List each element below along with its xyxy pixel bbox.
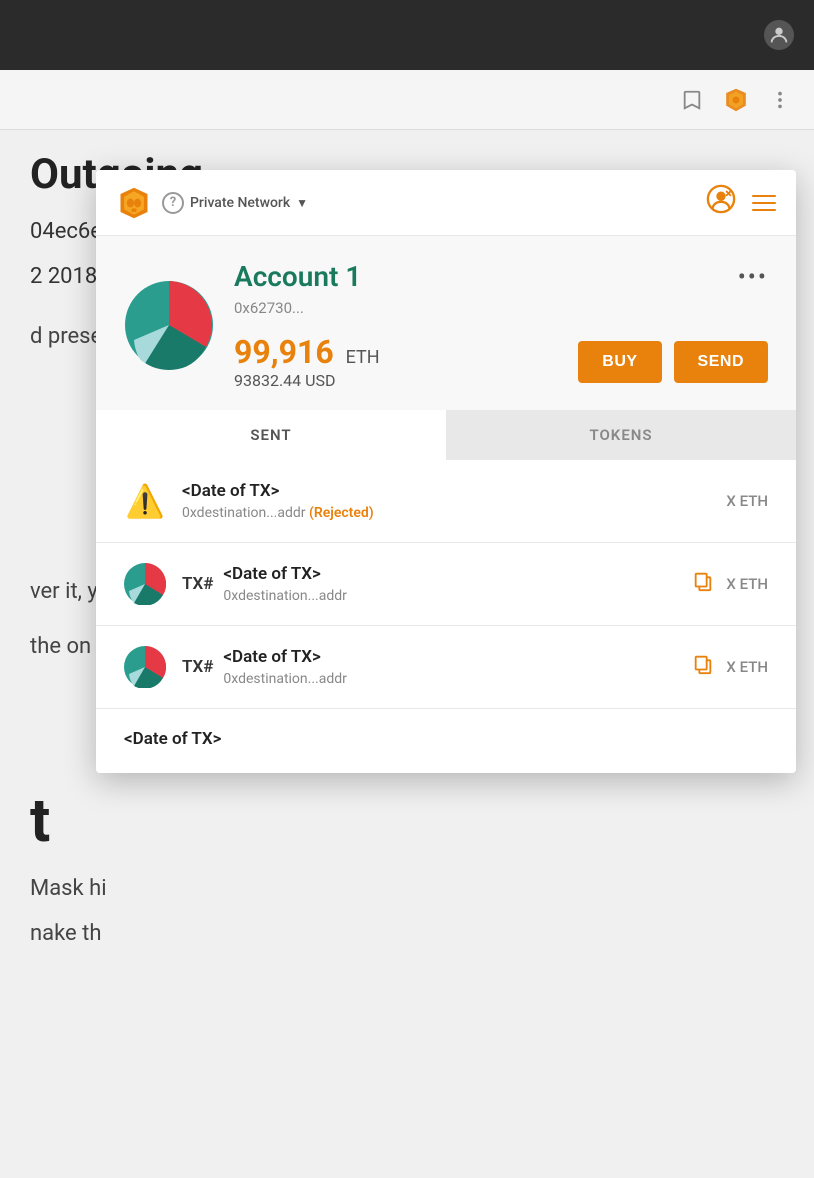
copy-icon-1[interactable] [692, 570, 714, 598]
tx-info-2: <Date of TX> 0xdestination...addr [223, 647, 676, 687]
account-avatar [124, 280, 214, 370]
action-buttons: BUY SEND [578, 341, 768, 383]
tx-item-rejected[interactable]: ⚠️ <Date of TX> 0xdestination...addr (Re… [96, 460, 796, 543]
user-profile-icon[interactable] [764, 20, 794, 50]
bg-para1: Mask hi [30, 876, 784, 901]
network-name: Private Network [190, 195, 290, 211]
tx-number-row-2: TX# <Date of TX> 0xdestination...addr [182, 647, 676, 687]
account-section: Account 1 ••• 0x62730... 99,916 ETH 9383… [96, 236, 796, 410]
account-options-icon[interactable]: ••• [738, 263, 768, 291]
tx-info-rejected: <Date of TX> 0xdestination...addr (Rejec… [182, 481, 710, 521]
balance-info: 99,916 ETH 93832.44 USD [234, 333, 380, 390]
balance-row: 99,916 ETH 93832.44 USD BUY SEND [234, 333, 768, 390]
tx-info-partial: <Date of TX> [124, 729, 768, 753]
browser-toolbar [0, 70, 814, 130]
header-left: ? Private Network ▼ [116, 185, 308, 221]
tx-date-2: <Date of TX> [223, 647, 676, 667]
eth-amount: 99,916 [234, 333, 334, 371]
tx-number-1: TX# [182, 574, 213, 594]
transaction-list: ⚠️ <Date of TX> 0xdestination...addr (Re… [96, 460, 796, 773]
browser-chrome [0, 0, 814, 70]
account-name-row: Account 1 ••• [234, 260, 768, 293]
tx-address-2: 0xdestination...addr [223, 671, 676, 687]
account-switch-icon[interactable] [706, 184, 736, 221]
bookmark-icon[interactable] [678, 86, 706, 114]
account-address[interactable]: 0x62730... [234, 299, 768, 317]
send-button[interactable]: SEND [674, 341, 768, 383]
account-details: Account 1 ••• 0x62730... 99,916 ETH 9383… [234, 260, 768, 390]
tx-avatar-icon-1 [124, 563, 166, 605]
tx-amount-1: X ETH [726, 575, 768, 593]
tx-avatar-icon-2 [124, 646, 166, 688]
tx-status-rejected: (Rejected) [309, 505, 374, 521]
tx-item-partial[interactable]: <Date of TX> [96, 709, 796, 773]
tx-number-2: TX# [182, 657, 213, 677]
tx-number-row: TX# <Date of TX> 0xdestination...addr [182, 564, 676, 604]
tx-info-1: <Date of TX> 0xdestination...addr [223, 564, 676, 604]
tx-amount-2: X ETH [726, 658, 768, 676]
popup-header: ? Private Network ▼ [96, 170, 796, 236]
tx-right-1: X ETH [692, 570, 768, 598]
tx-item-2[interactable]: TX# <Date of TX> 0xdestination...addr X … [96, 626, 796, 709]
copy-icon-2[interactable] [692, 653, 714, 681]
tx-item-1[interactable]: TX# <Date of TX> 0xdestination...addr X … [96, 543, 796, 626]
tab-sent[interactable]: SENT [96, 410, 446, 460]
hamburger-menu-icon[interactable] [752, 195, 776, 211]
tx-date: <Date of TX> [182, 481, 710, 501]
header-right [706, 184, 776, 221]
metamask-popup: ? Private Network ▼ [96, 170, 796, 773]
buy-button[interactable]: BUY [578, 341, 661, 383]
tab-tokens[interactable]: TOKENS [446, 410, 796, 460]
metamask-extension-icon[interactable] [722, 86, 750, 114]
bg-para2: nake th [30, 921, 784, 946]
account-name: Account 1 [234, 260, 361, 293]
more-menu-icon[interactable] [766, 86, 794, 114]
eth-unit: ETH [346, 347, 380, 368]
tabs-row: SENT TOKENS [96, 410, 796, 460]
network-selector[interactable]: ? Private Network ▼ [162, 192, 308, 214]
tx-warning-icon: ⚠️ [124, 480, 166, 522]
tx-date-1: <Date of TX> [223, 564, 676, 584]
tx-date-partial: <Date of TX> [124, 729, 768, 749]
tx-right-2: X ETH [692, 653, 768, 681]
network-chevron-icon: ▼ [296, 196, 308, 210]
tx-address-1: 0xdestination...addr [223, 588, 676, 604]
help-icon[interactable]: ? [162, 192, 184, 214]
usd-balance: 93832.44 USD [234, 371, 380, 390]
metamask-fox-logo[interactable] [116, 185, 152, 221]
bg-big-letter: t [30, 785, 784, 856]
eth-balance-line: 99,916 ETH [234, 333, 380, 371]
tx-address: 0xdestination...addr (Rejected) [182, 505, 710, 521]
tx-amount: X ETH [726, 492, 768, 510]
tx-right-rejected: X ETH [726, 492, 768, 510]
